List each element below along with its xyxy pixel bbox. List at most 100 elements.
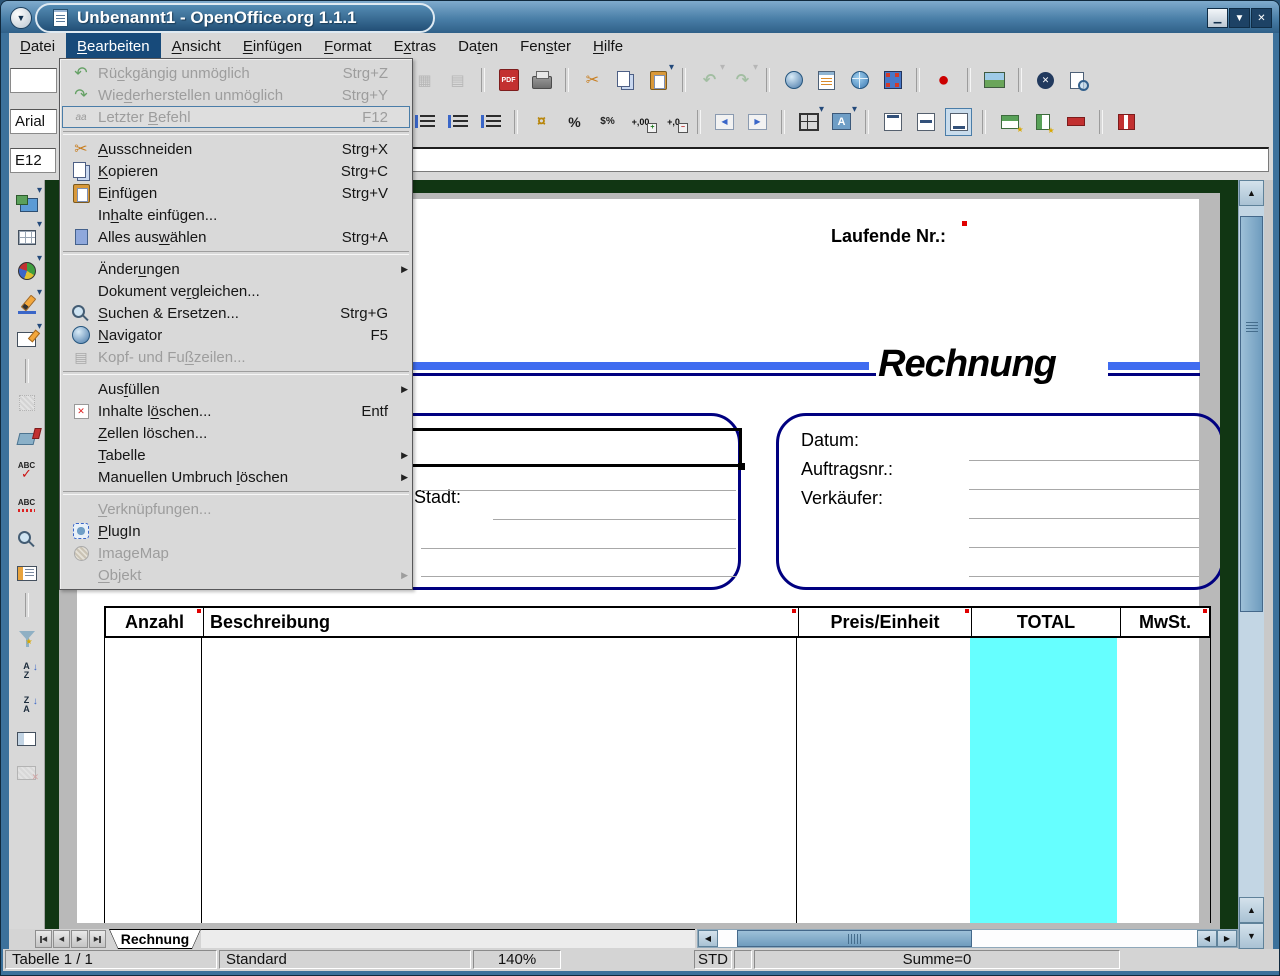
scroll-up-button-2[interactable]: ▲ [1239, 897, 1264, 923]
menu-einf-gen[interactable]: Einfügen [232, 33, 313, 59]
menu-item-letzter-befehl[interactable]: aaLetzter BefehlF12 [62, 106, 410, 128]
insert-row-icon[interactable] [996, 108, 1023, 136]
align-right-icon[interactable] [444, 108, 471, 136]
sort-descending-icon[interactable]: ↓ [13, 691, 40, 719]
auto-spellcheck-icon[interactable] [13, 491, 40, 519]
menu-item-suchen-ersetzen[interactable]: Suchen & Ersetzen...Strg+G [62, 302, 410, 324]
insert-icon[interactable] [13, 189, 40, 217]
copy-icon[interactable] [612, 66, 639, 94]
menu-item-tabelle[interactable]: Tabelle▶ [62, 444, 410, 466]
minimize-button[interactable]: ▁ [1207, 8, 1228, 28]
remove-decimal-icon[interactable]: +,0 [660, 108, 687, 136]
prev-sheet-button[interactable]: ◀ [53, 930, 70, 948]
align-bottom-icon[interactable] [945, 108, 972, 136]
draw-functions-icon[interactable] [13, 291, 40, 319]
autofilter-icon[interactable] [13, 623, 40, 651]
align-middle-icon[interactable] [912, 108, 939, 136]
menu-extras[interactable]: Extras [383, 33, 448, 59]
menu-hilfe[interactable]: Hilfe [582, 33, 634, 59]
menu-item-objekt[interactable]: Objekt▶ [62, 564, 410, 586]
print-icon[interactable] [528, 66, 555, 94]
menu-item-plugin[interactable]: PlugIn [62, 520, 410, 542]
menu-item-dokument-vergleichen[interactable]: Dokument vergleichen... [62, 280, 410, 302]
insert-column-icon[interactable] [1029, 108, 1056, 136]
borders-icon[interactable] [795, 108, 822, 136]
total-column-fill[interactable] [970, 638, 1117, 923]
shade-button[interactable]: ▼ [1229, 8, 1250, 28]
menu-ansicht[interactable]: Ansicht [161, 33, 232, 59]
stop-icon[interactable]: ✕ [1032, 66, 1059, 94]
form-functions-icon[interactable] [13, 325, 40, 353]
status-insert-mode[interactable]: STD [694, 950, 732, 969]
menu-item-navigator[interactable]: NavigatorF5 [62, 324, 410, 346]
vertical-scrollbar[interactable]: ▲ ▲ ▼ [1238, 180, 1264, 949]
menu-item-kopf-und-fu-zeilen[interactable]: ▤Kopf- und Fußzeilen... [62, 346, 410, 368]
menu-format[interactable]: Format [313, 33, 383, 59]
header-mwst[interactable]: MwSt. [1120, 608, 1209, 636]
horizontal-scroll-thumb[interactable] [737, 930, 972, 947]
cut-icon[interactable]: ✂ [579, 66, 606, 94]
close-button[interactable]: ✕ [1251, 8, 1272, 28]
scroll-left-button[interactable]: ◀ [698, 930, 718, 947]
menu-item-manuellen-umbruch-l-schen[interactable]: Manuellen Umbruch löschen▶ [62, 466, 410, 488]
menu-item-alles-ausw-hlen[interactable]: Alles auswählenStrg+A [62, 226, 410, 248]
menu-item-einf-gen[interactable]: EinfügenStrg+V [62, 182, 410, 204]
navigator-icon[interactable] [780, 66, 807, 94]
group-icon[interactable] [13, 725, 40, 753]
align-top-icon[interactable] [879, 108, 906, 136]
header-total[interactable]: TOTAL [971, 608, 1120, 636]
header-beschreibung[interactable]: Beschreibung [203, 608, 798, 636]
insert-cells-icon[interactable] [13, 223, 40, 251]
cell-reference-box[interactable]: E12 [10, 148, 56, 173]
menu-datei[interactable]: Datei [9, 33, 66, 59]
delete-row-icon[interactable] [1062, 108, 1089, 136]
currency-icon[interactable]: ¤ [528, 108, 555, 136]
scroll-right-button[interactable]: ▶ [1217, 930, 1237, 947]
add-decimal-icon[interactable]: +,00 [627, 108, 654, 136]
insert-object-icon[interactable] [13, 257, 40, 285]
status-zoom[interactable]: 140% [473, 950, 561, 969]
menu-item-r-ckg-ngig-unm-glich[interactable]: ↶Rückgängig unmöglichStrg+Z [62, 62, 410, 84]
delete-column-icon[interactable] [1113, 108, 1140, 136]
autoformat-icon[interactable] [13, 423, 40, 451]
status-sheet-position[interactable]: Tabelle 1 / 1 [5, 950, 217, 969]
menu-bearbeiten[interactable]: Bearbeiten [66, 33, 161, 59]
menu-item-inhalte-einf-gen[interactable]: Inhalte einfügen... [62, 204, 410, 226]
menu-daten[interactable]: Daten [447, 33, 509, 59]
status-sum[interactable]: Summe=0 [754, 950, 1120, 969]
zoom-icon[interactable] [879, 66, 906, 94]
sort-ascending-icon[interactable]: ↓ [13, 657, 40, 685]
record-macro-icon[interactable]: ● [930, 66, 957, 94]
find-icon[interactable] [13, 525, 40, 553]
first-sheet-button[interactable]: ◀ [35, 930, 52, 948]
stylist-icon[interactable] [813, 66, 840, 94]
scroll-left-button-2[interactable]: ◀ [1197, 930, 1217, 947]
scroll-up-button[interactable]: ▲ [1239, 180, 1264, 206]
url-field[interactable] [10, 68, 57, 93]
align-center-icon[interactable] [411, 108, 438, 136]
gallery-icon[interactable] [981, 66, 1008, 94]
vertical-scroll-thumb[interactable] [1240, 216, 1263, 612]
align-justify-icon[interactable] [477, 108, 504, 136]
menu-item-inhalte-l-schen[interactable]: ✕Inhalte löschen...Entf [62, 400, 410, 422]
menu-item-imagemap[interactable]: ImageMap [62, 542, 410, 564]
background-color-icon[interactable]: A [828, 108, 855, 136]
font-name-field[interactable]: Arial [10, 109, 57, 134]
data-sources-icon[interactable] [13, 559, 40, 587]
status-page-style[interactable]: Standard [219, 950, 471, 969]
menu-item-kopieren[interactable]: KopierenStrg+C [62, 160, 410, 182]
menu-item-zellen-l-schen[interactable]: Zellen löschen... [62, 422, 410, 444]
horizontal-scrollbar[interactable]: ◀ ◀ ▶ [697, 929, 1238, 948]
sheet-tab-rechnung[interactable]: Rechnung [109, 929, 201, 949]
spellcheck-icon[interactable] [13, 457, 40, 485]
menu-fenster[interactable]: Fenster [509, 33, 582, 59]
header-preis-einheit[interactable]: Preis/Einheit [798, 608, 971, 636]
next-sheet-button[interactable]: ▶ [71, 930, 88, 948]
percent-icon[interactable]: % [561, 108, 588, 136]
menu-item-ausschneiden[interactable]: ✂AusschneidenStrg+X [62, 138, 410, 160]
decrease-indent-icon[interactable]: ◀ [711, 108, 738, 136]
window-menu-button[interactable]: ▼ [10, 7, 32, 29]
menu-item-ausf-llen[interactable]: Ausfüllen▶ [62, 378, 410, 400]
menu-item-wiederherstellen-unm-glich[interactable]: ↷Wiederherstellen unmöglichStrg+Y [62, 84, 410, 106]
header-anzahl[interactable]: Anzahl [106, 608, 203, 636]
